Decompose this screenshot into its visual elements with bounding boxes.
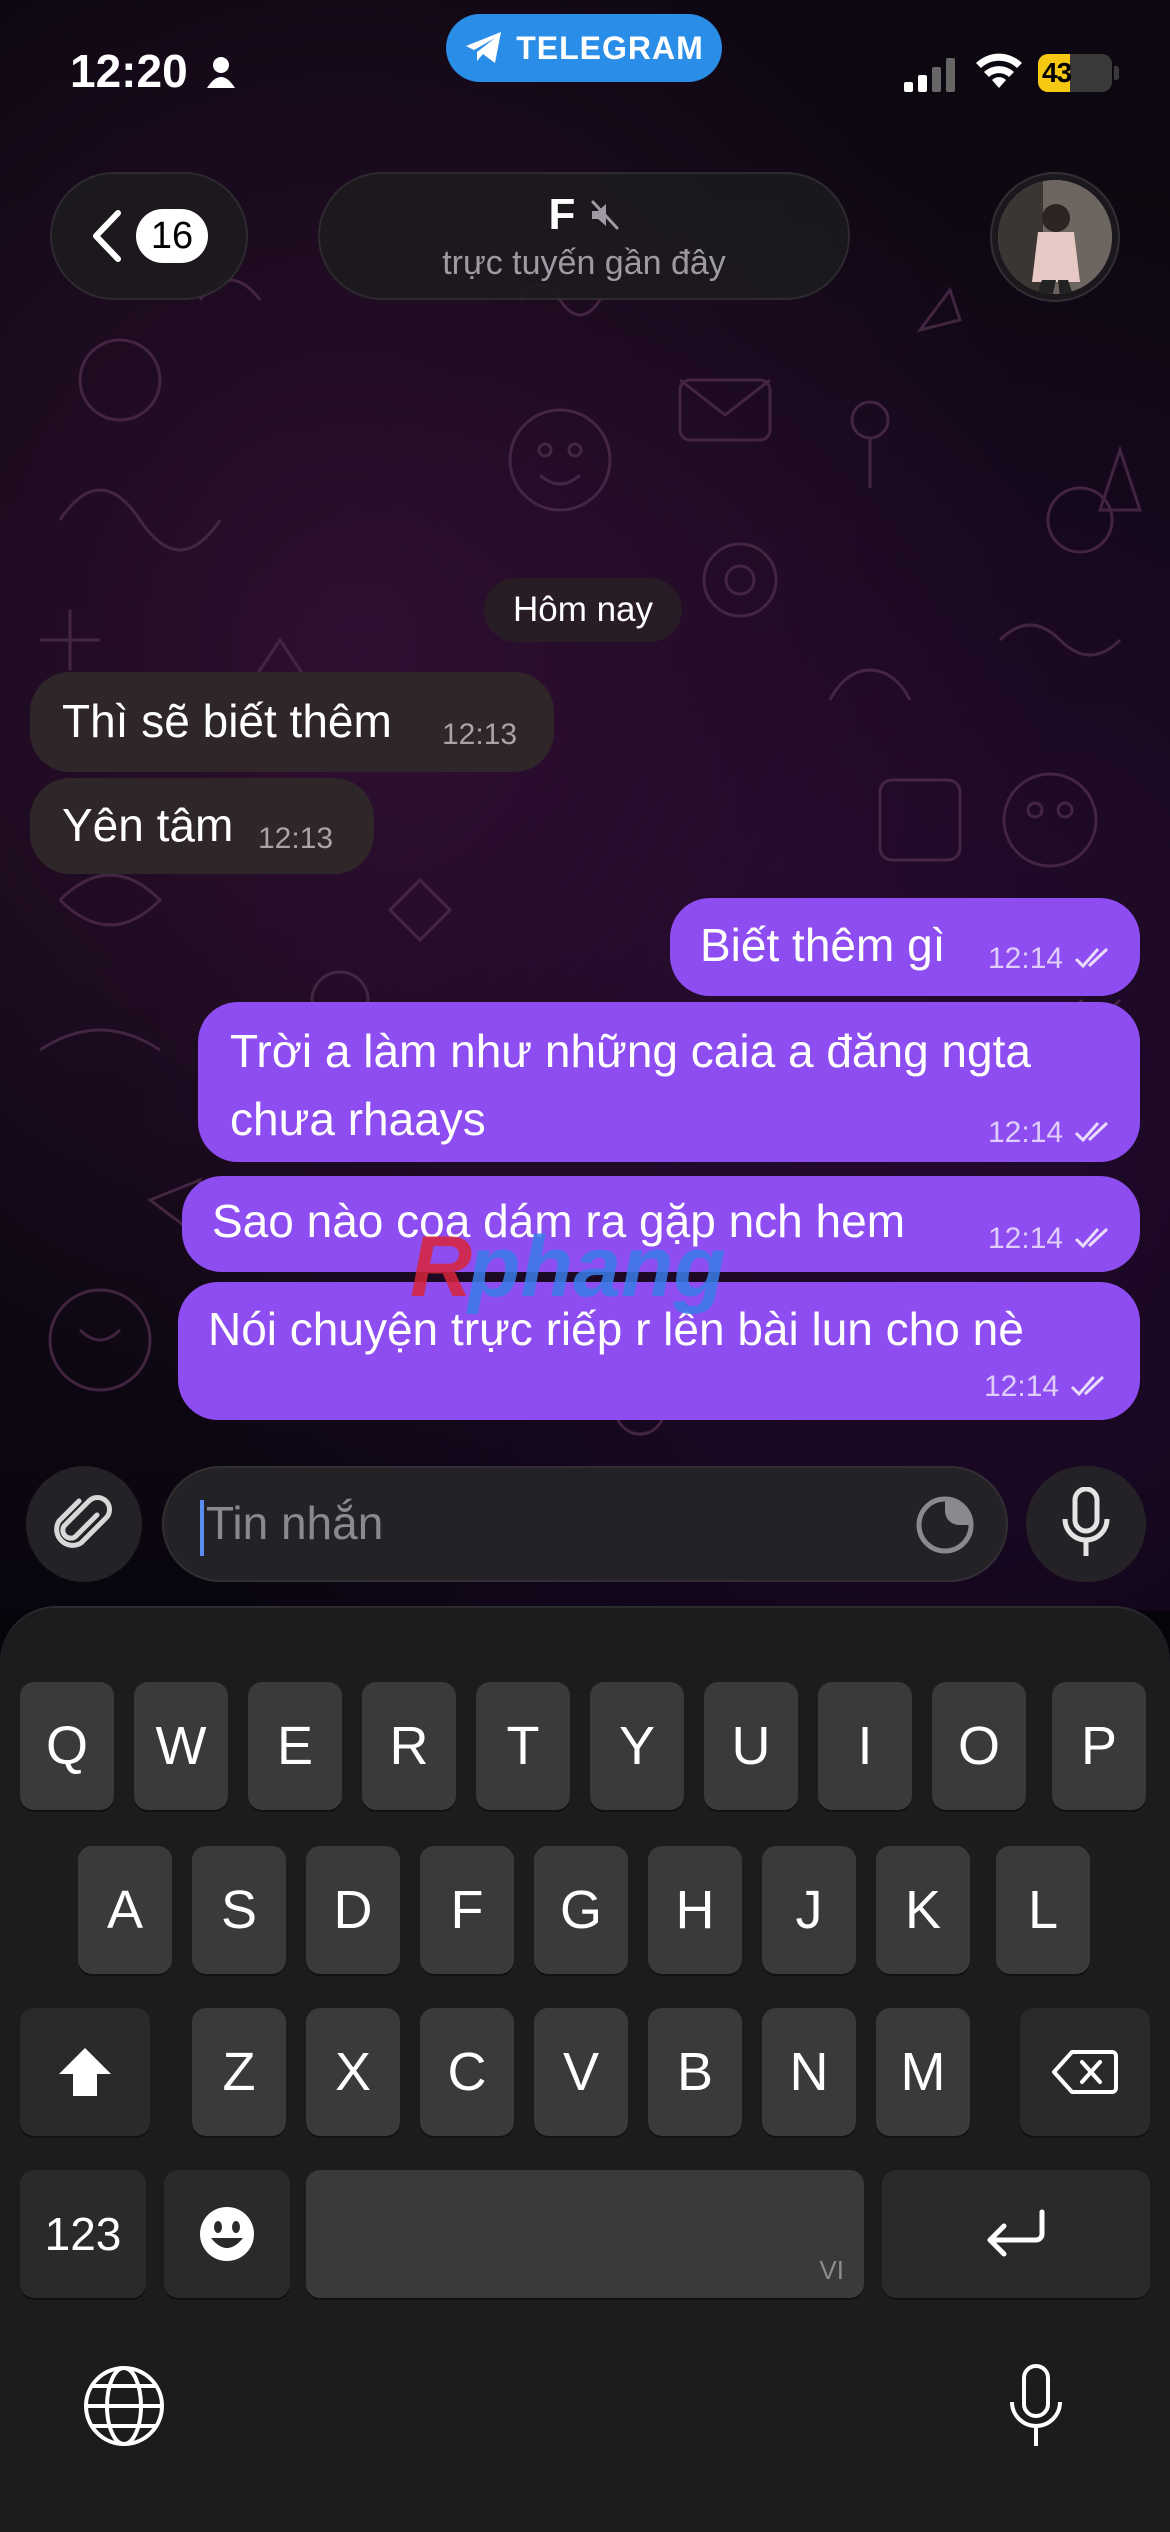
message-input[interactable]: Tin nhắn	[162, 1466, 1008, 1582]
key-j[interactable]: J	[762, 1846, 856, 1974]
backspace-icon	[1052, 2050, 1118, 2094]
voice-record-button[interactable]	[1026, 1466, 1146, 1582]
double-check-icon	[1070, 1375, 1105, 1397]
message-time: 12:14	[984, 1370, 1060, 1403]
telegram-pill-label: TELEGRAM	[516, 29, 704, 66]
avatar-photo	[998, 180, 1112, 294]
unread-count-badge: 16	[136, 209, 208, 263]
globe-icon[interactable]	[82, 2364, 166, 2448]
key-n[interactable]: N	[762, 2008, 856, 2136]
battery-percent: 43	[1042, 57, 1072, 88]
back-button[interactable]: 16	[50, 172, 248, 300]
message-text: Yên tâm	[62, 799, 234, 851]
key-c[interactable]: C	[420, 2008, 514, 2136]
keyboard-language-label: VI	[819, 2255, 844, 2285]
chat-status: trực tuyến gần đây	[442, 243, 726, 282]
dictation-microphone-icon[interactable]	[1008, 2362, 1064, 2452]
sticker-icon[interactable]	[914, 1494, 976, 1556]
return-arrow-icon	[987, 2209, 1045, 2257]
key-a[interactable]: A	[78, 1846, 172, 1974]
emoji-key[interactable]	[164, 2170, 290, 2298]
key-p[interactable]: P	[1052, 1682, 1146, 1810]
backspace-key[interactable]	[1020, 2008, 1150, 2136]
key-g[interactable]: G	[534, 1846, 628, 1974]
emoji-icon	[200, 2207, 254, 2261]
svg-text:R: R	[410, 1219, 472, 1315]
message-time: 12:13	[442, 718, 518, 751]
key-s[interactable]: S	[192, 1846, 286, 1974]
key-u[interactable]: U	[704, 1682, 798, 1810]
key-m[interactable]: M	[876, 2008, 970, 2136]
key-o[interactable]: O	[932, 1682, 1026, 1810]
telegram-chat-screen: 12:20 TELEGRAM 43 16 F trực tuyến gần đâ…	[0, 0, 1170, 2532]
key-d[interactable]: D	[306, 1846, 400, 1974]
key-h[interactable]: H	[648, 1846, 742, 1974]
avatar[interactable]	[990, 172, 1120, 302]
message-text: Trời a làm như những caia a đăng ngta	[230, 1025, 1031, 1077]
key-k[interactable]: K	[876, 1846, 970, 1974]
key-f[interactable]: F	[420, 1846, 514, 1974]
return-key[interactable]	[882, 2170, 1150, 2298]
message-time: 12:14	[988, 942, 1064, 975]
date-separator: Hôm nay	[484, 578, 682, 642]
message-bubble-outgoing[interactable]: Trời a làm như những caia a đăng ngta ch…	[198, 1002, 1140, 1162]
key-y[interactable]: Y	[590, 1682, 684, 1810]
key-r[interactable]: R	[362, 1682, 456, 1810]
message-bubble-incoming[interactable]: Thì sẽ biết thêm 12:13	[30, 672, 554, 772]
key-b[interactable]: B	[648, 2008, 742, 2136]
battery-indicator: 43	[1038, 54, 1112, 92]
message-time: 12:14	[988, 1222, 1064, 1255]
status-time: 12:20	[70, 45, 188, 97]
numbers-key[interactable]: 123	[20, 2170, 146, 2298]
wifi-icon	[976, 53, 1022, 88]
telegram-return-pill[interactable]: TELEGRAM	[446, 14, 722, 82]
cellular-signal-icon	[904, 58, 955, 92]
key-z[interactable]: Z	[192, 2008, 286, 2136]
key-i[interactable]: I	[818, 1682, 912, 1810]
telegram-plane-icon	[466, 32, 502, 63]
message-text: Thì sẽ biết thêm	[62, 695, 392, 747]
key-v[interactable]: V	[534, 2008, 628, 2136]
message-time: 12:14	[988, 1116, 1064, 1149]
text-caret	[200, 1500, 204, 1556]
space-key[interactable]: VI	[306, 2170, 864, 2298]
watermark-logo: R phang	[410, 1219, 726, 1315]
message-text: chưa rhaays	[230, 1093, 486, 1145]
message-text: Biết thêm gì	[700, 919, 946, 971]
double-check-icon	[1074, 1227, 1109, 1249]
battery-cap	[1114, 66, 1119, 80]
key-l[interactable]: L	[996, 1846, 1090, 1974]
double-check-icon	[1074, 947, 1109, 969]
shift-arrow-icon	[59, 2048, 111, 2096]
chevron-left-icon	[93, 210, 121, 262]
muted-speaker-icon	[591, 200, 619, 229]
chat-name: F	[548, 189, 576, 239]
person-icon	[207, 57, 235, 88]
key-w[interactable]: W	[134, 1682, 228, 1810]
shift-key[interactable]	[20, 2008, 150, 2136]
microphone-icon	[1062, 1487, 1110, 1556]
key-e[interactable]: E	[248, 1682, 342, 1810]
paperclip-icon	[54, 1495, 112, 1548]
message-time: 12:13	[258, 822, 334, 855]
key-q[interactable]: Q	[20, 1682, 114, 1810]
chat-title-button[interactable]: F trực tuyến gần đây	[318, 172, 850, 300]
message-bubble-outgoing[interactable]: Biết thêm gì 12:14	[670, 898, 1140, 996]
svg-text:phang: phang	[466, 1219, 726, 1315]
key-t[interactable]: T	[476, 1682, 570, 1810]
attach-button[interactable]	[26, 1466, 142, 1582]
avatar-image	[998, 180, 1112, 294]
message-bubble-incoming[interactable]: Yên tâm 12:13	[30, 778, 374, 874]
double-check-icon	[1074, 1121, 1109, 1143]
key-x[interactable]: X	[306, 2008, 400, 2136]
message-input-placeholder: Tin nhắn	[206, 1497, 384, 1549]
